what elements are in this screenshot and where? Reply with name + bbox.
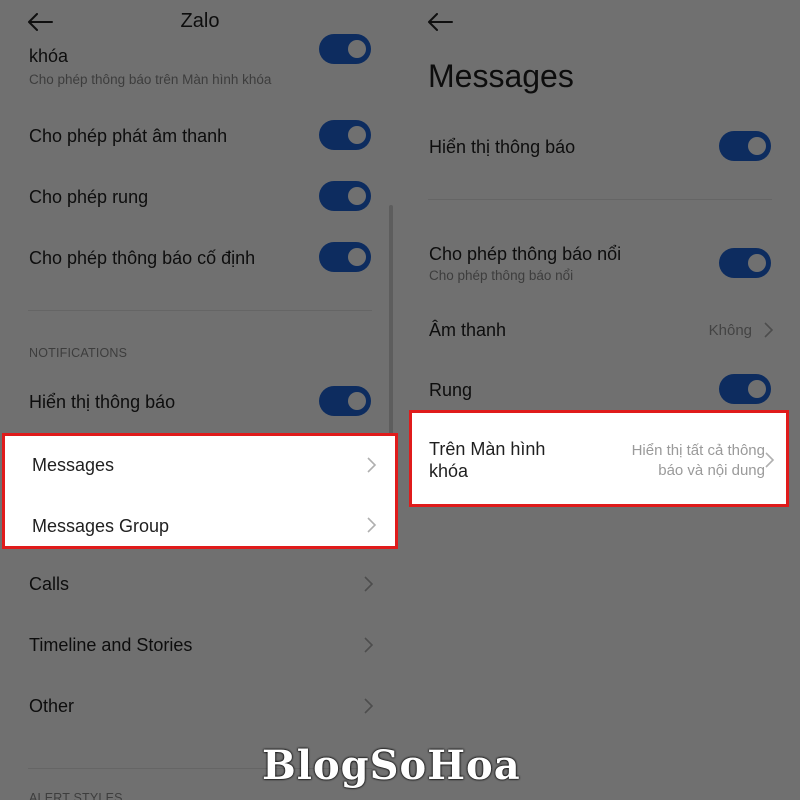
show-notifications-toggle[interactable] [319,386,371,416]
row-title: Cho phép rung [29,187,149,207]
row-title: Messages [32,455,115,475]
row-title: Hiển thị thông báo [429,137,576,157]
chevron-right-icon [361,636,375,654]
row-title: Messages Group [32,516,170,536]
toggle-knob [348,126,366,144]
chevron-right-icon [361,575,375,593]
channel-timeline-stories[interactable]: Timeline and Stories [0,622,400,668]
show-notifications-row[interactable]: Hiển thị thông báo [400,120,800,172]
toggle-knob [348,187,366,205]
show-notifications-toggle[interactable] [719,131,771,161]
row-title: Cho phép thông báo cố định [29,248,256,268]
toggle-knob [748,380,766,398]
row-subtitle: Cho phép thông báo nổi [429,268,574,283]
watermark-logo: BlogSoHoa [262,742,521,789]
divider [428,199,772,200]
highlighted-message-channels: Messages Messages Group [2,433,398,549]
sound-value: Không [708,322,752,339]
page-title: Messages [428,58,574,94]
toggle-knob [748,137,766,155]
vibrate-row[interactable]: Rung [400,364,800,414]
vibrate-toggle[interactable] [719,374,771,404]
floating-notification-row[interactable]: Cho phép thông báo nổi Cho phép thông bá… [400,236,800,292]
highlighted-lock-screen-setting: Trên Màn hình khóa Hiển thị tất cả thông… [409,410,789,507]
value-line1: Hiển thị tất cả thông [631,442,765,459]
section-header-alert-styles: ALERT STYLES [29,791,123,800]
divider [28,310,372,311]
chevron-right-icon [762,451,776,469]
arrow-left-icon [428,13,453,31]
floating-notification-toggle[interactable] [719,248,771,278]
lockscreen-notification-row[interactable]: khóa Cho phép thông báo trên Màn hình kh… [0,34,400,94]
toggle-knob [748,254,766,272]
row-title: Rung [429,380,473,400]
chevron-right-icon [761,321,775,339]
toggle-knob [348,392,366,410]
row-title: Calls [29,574,70,594]
show-notifications-row[interactable]: Hiển thị thông báo [0,375,400,427]
channel-calls[interactable]: Calls [0,561,400,607]
channel-messages-group[interactable]: Messages Group [3,500,400,550]
row-title-line1: Trên Màn hình [429,439,546,459]
toggle-knob [348,248,366,266]
back-button[interactable] [422,4,458,40]
allow-vibrate-row[interactable]: Cho phép rung [0,170,400,222]
lockscreen-toggle[interactable] [319,34,371,64]
value-line2: báo và nội dung [658,462,765,479]
allow-persistent-toggle[interactable] [319,242,371,272]
row-title-line2: khóa [429,461,469,481]
chevron-right-icon [364,516,378,534]
channel-messages[interactable]: Messages [3,440,400,490]
allow-vibrate-toggle[interactable] [319,181,371,211]
row-title: Cho phép thông báo nổi [429,244,622,264]
allow-sound-toggle[interactable] [319,120,371,150]
lock-screen-value: Hiển thị tất cả thông báo và nội dung [632,441,765,481]
row-title: Timeline and Stories [29,635,193,655]
chevron-right-icon [361,697,375,715]
chevron-right-icon [364,456,378,474]
allow-sound-row[interactable]: Cho phép phát âm thanh [0,110,400,162]
messages-channel-settings-screen: Messages Hiển thị thông báo Cho phép thô… [400,0,800,800]
zalo-notification-settings-screen: Zalo khóa Cho phép thông báo trên Màn hì… [0,0,400,800]
row-title: Trên Màn hình khóa [429,438,545,482]
sound-row[interactable]: Âm thanh Không [400,308,800,352]
row-title: Other [29,696,75,716]
lock-screen-visibility-row[interactable]: Trên Màn hình khóa Hiển thị tất cả thông… [400,413,780,504]
allow-persistent-row[interactable]: Cho phép thông báo cố định [0,231,400,283]
row-title: Âm thanh [429,320,507,340]
row-title: Hiển thị thông báo [29,392,176,412]
row-title: Cho phép phát âm thanh [29,126,228,146]
row-subtitle: Cho phép thông báo trên Màn hình khóa [29,72,272,87]
toggle-knob [348,40,366,58]
row-title: khóa [29,46,69,66]
section-header-notifications: NOTIFICATIONS [29,346,128,360]
channel-other[interactable]: Other [0,683,400,729]
app-title: Zalo [180,10,220,32]
